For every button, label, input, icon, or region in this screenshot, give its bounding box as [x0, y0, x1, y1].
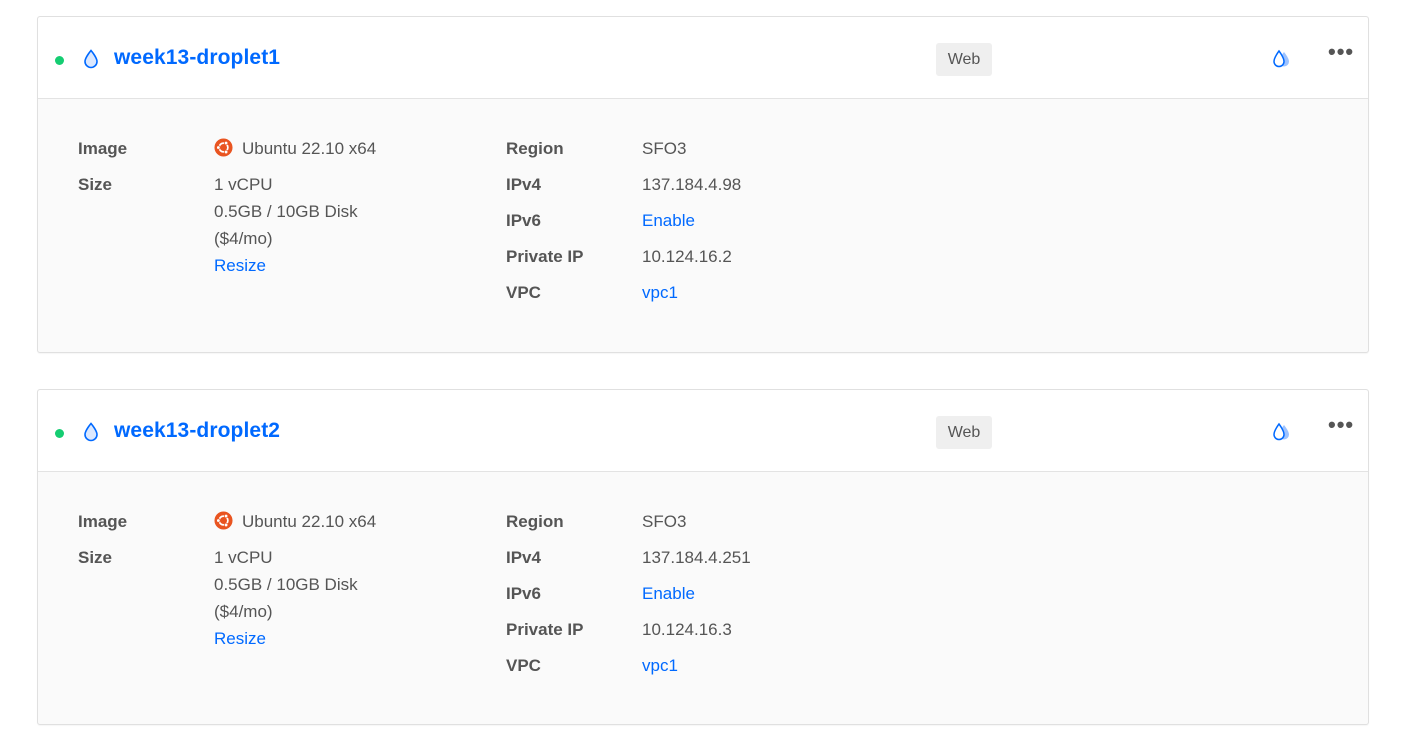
size-price: ($4/mo) [214, 229, 273, 248]
status-dot-icon [55, 429, 64, 438]
private-ip-value[interactable]: 10.124.16.3 [642, 620, 732, 640]
size-label: Size [78, 175, 113, 194]
region-label: Region [506, 139, 564, 158]
ipv4-value[interactable]: 137.184.4.98 [642, 175, 741, 195]
region-label: Region [506, 512, 564, 531]
ubuntu-icon [214, 511, 233, 530]
droplet-icon [84, 422, 98, 442]
vpc-label: VPC [506, 283, 541, 302]
vpc-link[interactable]: vpc1 [642, 656, 678, 676]
ipv6-label: IPv6 [506, 584, 541, 603]
droplet-card-header: week13-droplet1 Web ••• [38, 17, 1368, 99]
size-cpu: 1 vCPU [214, 548, 273, 567]
droplet-icon [84, 49, 98, 69]
ubuntu-icon [214, 138, 233, 157]
water-drops-icon[interactable] [1271, 422, 1293, 442]
droplet-card: week13-droplet1 Web ••• Image Ubuntu 22.… [37, 16, 1369, 353]
size-cpu: 1 vCPU [214, 175, 273, 194]
droplet-card: week13-droplet2 Web ••• Image Ubuntu 22.… [37, 389, 1369, 725]
private-ip-value[interactable]: 10.124.16.2 [642, 247, 732, 267]
image-label: Image [78, 512, 128, 531]
enable-ipv6-link[interactable]: Enable [642, 584, 695, 604]
region-value: SFO3 [642, 139, 687, 158]
droplet-name-link[interactable]: week13-droplet1 [114, 46, 280, 70]
tag-badge[interactable]: Web [936, 416, 992, 449]
droplet-details: Image Ubuntu 22.10 x64 Size 1 vCPU 0.5GB… [38, 99, 1368, 352]
size-label: Size [78, 548, 113, 567]
ipv6-label: IPv6 [506, 211, 541, 230]
ipv4-label: IPv4 [506, 175, 541, 194]
droplet-name-link[interactable]: week13-droplet2 [114, 419, 280, 443]
image-label: Image [78, 139, 128, 158]
vpc-label: VPC [506, 656, 541, 675]
region-value: SFO3 [642, 512, 687, 531]
resize-link[interactable]: Resize [214, 256, 266, 276]
tag-badge[interactable]: Web [936, 43, 992, 76]
ipv4-value[interactable]: 137.184.4.251 [642, 548, 751, 568]
water-drops-icon[interactable] [1271, 49, 1293, 69]
size-price: ($4/mo) [214, 602, 273, 621]
enable-ipv6-link[interactable]: Enable [642, 211, 695, 231]
private-ip-label: Private IP [506, 620, 584, 639]
more-options-icon[interactable]: ••• [1328, 414, 1353, 438]
image-value: Ubuntu 22.10 x64 [242, 512, 377, 531]
ipv4-label: IPv4 [506, 548, 541, 567]
droplet-details: Image Ubuntu 22.10 x64 Size 1 vCPU 0.5GB… [38, 472, 1368, 725]
size-disk: 0.5GB / 10GB Disk [214, 202, 358, 221]
status-dot-icon [55, 56, 64, 65]
droplet-card-header: week13-droplet2 Web ••• [38, 390, 1368, 472]
private-ip-label: Private IP [506, 247, 584, 266]
vpc-link[interactable]: vpc1 [642, 283, 678, 303]
more-options-icon[interactable]: ••• [1328, 41, 1353, 65]
size-disk: 0.5GB / 10GB Disk [214, 575, 358, 594]
image-value: Ubuntu 22.10 x64 [242, 139, 377, 158]
resize-link[interactable]: Resize [214, 629, 266, 649]
